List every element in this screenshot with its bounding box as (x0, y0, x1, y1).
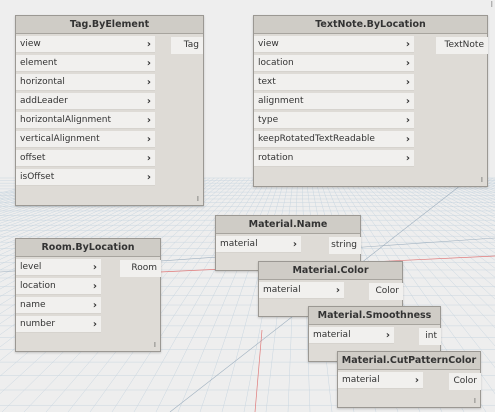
input-port-label: offset (20, 153, 46, 163)
chevron-right-icon: › (146, 172, 151, 183)
input-port-rotation[interactable]: rotation › (254, 150, 414, 167)
input-port-label: text (258, 77, 276, 87)
input-port-label: level (20, 262, 42, 272)
node-title: Tag.ByElement (16, 16, 203, 34)
input-port-text[interactable]: text › (254, 74, 414, 91)
input-port-label: view (258, 39, 279, 49)
node-room-by-location[interactable]: Room.ByLocation level › location › name › numb… (15, 238, 161, 352)
input-port-label: element (20, 58, 58, 68)
chevron-right-icon: › (405, 77, 410, 88)
chevron-right-icon: › (385, 330, 390, 341)
node-footer-mark: I (153, 341, 156, 349)
chevron-right-icon: › (92, 319, 97, 330)
chevron-right-icon: › (405, 96, 410, 107)
input-port-label: horizontalAlignment (20, 115, 112, 125)
node-title: Room.ByLocation (16, 239, 160, 257)
corner-mark: I (490, 0, 493, 9)
input-port-label: material (313, 330, 351, 340)
input-port-label: type (258, 115, 279, 125)
input-port-view[interactable]: view › (16, 36, 155, 53)
input-port-view[interactable]: view › (254, 36, 414, 53)
chevron-right-icon: › (405, 153, 410, 164)
input-port-label: verticalAlignment (20, 134, 100, 144)
input-port-material[interactable]: material › (309, 327, 394, 344)
node-title: Material.Name (216, 216, 360, 234)
chevron-right-icon: › (146, 134, 151, 145)
input-port-number[interactable]: number › (16, 316, 101, 333)
input-port-horizontal[interactable]: horizontal › (16, 74, 155, 91)
input-port-material[interactable]: material › (259, 282, 344, 299)
input-port-label: alignment (258, 96, 304, 106)
node-tag-by-element[interactable]: Tag.ByElement view › element › horizontal › ad… (15, 15, 204, 206)
output-port[interactable]: Tag (171, 37, 203, 54)
input-port-material[interactable]: material › (338, 372, 423, 389)
input-port-label: location (258, 58, 294, 68)
chevron-right-icon: › (146, 77, 151, 88)
chevron-right-icon: › (405, 134, 410, 145)
input-port-label: location (20, 281, 56, 291)
input-port-level[interactable]: level › (16, 259, 101, 276)
node-footer-mark: I (196, 195, 199, 203)
node-title: Material.Smoothness (309, 307, 440, 325)
input-port-label: material (342, 375, 380, 385)
input-port-alignment[interactable]: alignment › (254, 93, 414, 110)
input-port-label: material (220, 239, 258, 249)
input-port-horizontalalignment[interactable]: horizontalAlignment › (16, 112, 155, 129)
output-port[interactable]: Color (449, 373, 481, 390)
input-port-name[interactable]: name › (16, 297, 101, 314)
input-port-location[interactable]: location › (16, 278, 101, 295)
input-port-addleader[interactable]: addLeader › (16, 93, 155, 110)
input-port-label: view (20, 39, 41, 49)
chevron-right-icon: › (146, 96, 151, 107)
input-port-label: number (20, 319, 56, 329)
chevron-right-icon: › (405, 39, 410, 50)
output-port[interactable]: string (329, 237, 361, 254)
input-port-isoffset[interactable]: isOffset › (16, 169, 155, 186)
chevron-right-icon: › (414, 375, 419, 386)
input-port-label: addLeader (20, 96, 68, 106)
input-port-verticalalignment[interactable]: verticalAlignment › (16, 131, 155, 148)
input-port-label: isOffset (20, 172, 55, 182)
output-port[interactable]: Room (120, 260, 161, 277)
node-title: TextNote.ByLocation (254, 16, 487, 34)
node-textnote-by-location[interactable]: TextNote.ByLocation view › location › text › a… (253, 15, 488, 187)
chevron-right-icon: › (92, 281, 97, 292)
chevron-right-icon: › (335, 285, 340, 296)
chevron-right-icon: › (146, 115, 151, 126)
output-port[interactable]: int (419, 328, 441, 345)
node-material-cutpatterncolor[interactable]: Material.CutPatternColor material › Color… (337, 351, 481, 408)
input-port-label: keepRotatedTextReadable (258, 134, 375, 144)
input-port-element[interactable]: element › (16, 55, 155, 72)
chevron-right-icon: › (405, 115, 410, 126)
chevron-right-icon: › (92, 300, 97, 311)
chevron-right-icon: › (146, 153, 151, 164)
input-port-location[interactable]: location › (254, 55, 414, 72)
chevron-right-icon: › (292, 239, 297, 250)
chevron-right-icon: › (405, 58, 410, 69)
input-port-label: name (20, 300, 46, 310)
input-port-label: horizontal (20, 77, 65, 87)
chevron-right-icon: › (146, 39, 151, 50)
input-port-offset[interactable]: offset › (16, 150, 155, 167)
input-port-label: material (263, 285, 301, 295)
input-port-type[interactable]: type › (254, 112, 414, 129)
chevron-right-icon: › (146, 58, 151, 69)
node-footer-mark: I (480, 176, 483, 184)
output-port[interactable]: Color (369, 283, 403, 300)
node-title: Material.CutPatternColor (338, 352, 480, 370)
input-port-material[interactable]: material › (216, 236, 301, 253)
input-port-keeprotatedtextreadable[interactable]: keepRotatedTextReadable › (254, 131, 414, 148)
output-port[interactable]: TextNote (436, 37, 488, 54)
grid-line (155, 177, 272, 412)
node-title: Material.Color (259, 262, 402, 280)
grid-line (254, 329, 263, 412)
chevron-right-icon: › (92, 262, 97, 273)
node-footer-mark: I (473, 397, 476, 405)
input-port-label: rotation (258, 153, 294, 163)
